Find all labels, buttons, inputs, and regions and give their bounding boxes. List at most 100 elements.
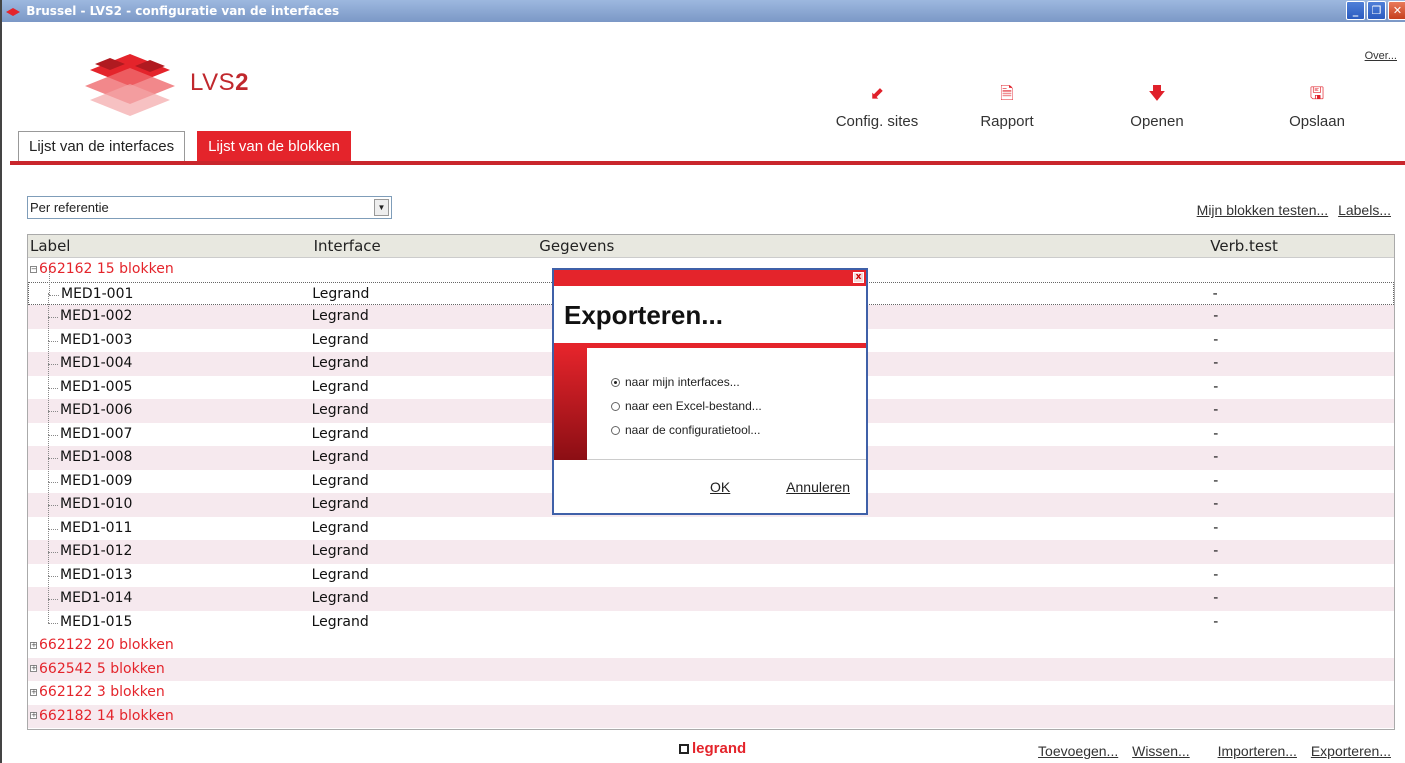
expand-icon[interactable]: + [30,665,37,672]
cell-label: MED1-002 [28,293,312,329]
dialog-buttons: OK Annuleren [658,479,850,495]
group-label: −662162 15 blokken [30,261,174,277]
cell-interface: Legrand [311,543,369,559]
cell-interface: Legrand [311,378,369,395]
collapse-icon[interactable]: − [30,265,37,273]
radio-checked-icon[interactable] [611,378,620,388]
export-options: naar mijn interfaces... naar een Excel-b… [611,372,762,444]
cell-label: MED1-008 [28,434,312,470]
cell-interface: Legrand [311,590,369,606]
group-row[interactable]: +662122 20 blokken [28,634,1394,658]
save-button[interactable]: 🖫 Opslaan [1222,83,1405,143]
expand-icon[interactable]: + [30,688,37,696]
table-row[interactable]: MED1-011 Legrand - [28,504,1394,541]
cell-interface: Legrand [311,402,369,418]
export-dialog: x Exporteren... naar mijn interfaces... … [552,268,868,515]
cell-label: MED1-015 [28,598,312,635]
window-controls: _ ❐ ✕ [1346,1,1405,20]
cell-interface: Legrand [311,613,369,630]
logo-text: LVS2 [190,69,249,96]
open-arrow-icon: 🡇 [1148,84,1166,103]
tab-interfaces[interactable]: Lijst van de interfaces [18,131,186,161]
cancel-button[interactable]: Annuleren [786,479,850,495]
radio-unchecked-icon[interactable] [611,426,620,436]
column-header-label[interactable]: Label [28,235,312,257]
cell-label: MED1-012 [28,528,312,564]
cell-label: MED1-005 [28,363,312,400]
cell-label: MED1-010 [28,481,312,517]
legrand-logo-icon [679,744,689,755]
option-my-interfaces[interactable]: naar mijn interfaces... [611,372,762,396]
tab-divider [10,161,1405,165]
about-link[interactable]: Over... [1365,50,1397,62]
cell-interface: Legrand [311,566,369,583]
cell-test: - [1213,519,1219,536]
cell-data [537,540,1208,564]
dialog-title-bar: x [554,270,866,286]
cell-test: - [1213,590,1219,606]
cell-label: MED1-006 [28,387,312,423]
title-bar: Brussel - LVS2 - configuratie van de int… [2,0,1405,22]
minimize-button[interactable]: _ [1346,1,1365,20]
cell-interface: Legrand [311,308,369,324]
option-config-tool[interactable]: naar de configuratietool... [611,420,762,444]
cell-interface: Legrand [311,496,369,512]
cell-test: - [1213,566,1219,583]
delete-link[interactable]: Wissen... [1132,743,1190,759]
cell-label: MED1-011 [28,504,312,541]
option-excel[interactable]: naar een Excel-bestand... [611,396,762,420]
table-header: Label Interface Gegevens Verb.test [28,235,1394,258]
cell-interface: Legrand [311,449,369,465]
expand-icon[interactable]: + [30,712,37,719]
group-row[interactable]: +662122 3 blokken [28,681,1394,705]
table-row[interactable]: MED1-013 Legrand - [28,551,1394,588]
sort-select-value: Per referentie [30,200,109,215]
close-button[interactable]: ✕ [1388,1,1405,20]
chevron-down-icon[interactable]: ▼ [374,199,389,216]
app-window: Brussel - LVS2 - configuratie van de int… [0,0,1405,763]
group-row[interactable]: +662542 5 blokken [28,657,1394,681]
config-sites-icon: ⬋ [869,84,885,103]
cell-test: - [1213,308,1219,324]
sort-select[interactable]: Per referentie ▼ [27,196,392,219]
cell-data [537,517,1208,541]
legrand-logo: legrand [679,740,746,757]
column-header-interface[interactable]: Interface [312,235,538,257]
add-link[interactable]: Toevoegen... [1038,743,1118,759]
import-link[interactable]: Importeren... [1218,743,1297,759]
cell-test: - [1212,285,1218,302]
tab-blocks[interactable]: Lijst van de blokken [197,131,351,161]
export-link[interactable]: Exporteren... [1311,743,1391,759]
cell-data [537,564,1208,588]
group-row[interactable]: +662182 14 blokken [28,704,1394,728]
column-header-data[interactable]: Gegevens [537,235,1208,257]
config-sites-button[interactable]: ⬋ Config. sites [832,83,922,143]
cell-test: - [1213,472,1219,489]
report-button[interactable]: 🗎 Rapport [922,83,1092,143]
ok-button[interactable]: OK [710,479,730,495]
group-label: +662122 3 blokken [30,684,165,700]
test-blocks-link[interactable]: Mijn blokken testen... [1197,202,1329,218]
restore-button[interactable]: ❐ [1367,1,1386,20]
table-row[interactable]: MED1-012 Legrand - [28,528,1394,564]
cell-label: MED1-013 [28,551,312,588]
lvs2-logo-icon [85,54,175,116]
table-row[interactable]: MED1-015 Legrand - [28,598,1394,635]
column-header-test[interactable]: Verb.test [1208,235,1394,257]
radio-unchecked-icon[interactable] [611,402,620,412]
save-icon: 🖫 [1309,84,1325,103]
cell-test: - [1213,378,1219,395]
group-label: +662122 20 blokken [30,637,174,653]
cell-test: - [1213,496,1219,512]
cell-interface: Legrand [311,355,369,371]
cell-interface: Legrand [311,519,369,536]
dialog-close-icon[interactable]: x [853,272,864,283]
cell-label: MED1-014 [28,575,312,611]
open-button[interactable]: 🡇 Openen [1092,83,1222,143]
expand-icon[interactable]: + [30,641,37,649]
cell-interface: Legrand [311,425,369,442]
table-row[interactable]: MED1-014 Legrand - [28,575,1394,611]
cell-data [537,611,1208,635]
labels-link[interactable]: Labels... [1338,202,1391,218]
dialog-heading: Exporteren... [564,300,723,330]
